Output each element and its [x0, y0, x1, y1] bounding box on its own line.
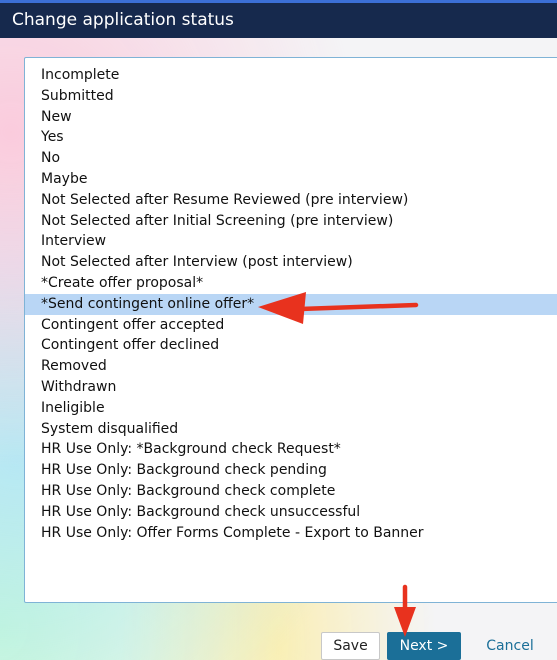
next-button[interactable]: Next > — [387, 632, 461, 660]
save-button[interactable]: Save — [321, 632, 380, 660]
status-option[interactable]: Interview — [25, 231, 557, 252]
status-option[interactable]: Not Selected after Interview (post inter… — [25, 252, 557, 273]
status-option[interactable]: Ineligible — [25, 398, 557, 419]
cancel-button[interactable]: Cancel — [470, 632, 550, 660]
status-option[interactable]: Contingent offer accepted — [25, 315, 557, 336]
status-option[interactable]: *Send contingent online offer* — [25, 293, 557, 315]
status-option[interactable]: Withdrawn — [25, 377, 557, 398]
status-list[interactable]: Incomplete Submitted New Yes No Maybe Not Sele… — [25, 58, 557, 543]
status-option[interactable]: Contingent offer declined — [25, 335, 557, 356]
status-option[interactable]: HR Use Only: *Background check Request* — [25, 439, 557, 460]
status-option[interactable]: Incomplete — [25, 65, 557, 86]
status-option[interactable]: HR Use Only: Background check complete — [25, 481, 557, 502]
status-option[interactable]: Removed — [25, 356, 557, 377]
status-option[interactable]: *Create offer proposal* — [25, 273, 557, 294]
dialog-title: Change application status — [12, 10, 234, 30]
status-option[interactable]: HR Use Only: Offer Forms Complete - Expo… — [25, 523, 557, 544]
status-option[interactable]: Yes — [25, 127, 557, 148]
status-option[interactable]: HR Use Only: Background check unsuccessf… — [25, 502, 557, 523]
status-option[interactable]: New — [25, 107, 557, 128]
status-option[interactable]: Not Selected after Initial Screening (pr… — [25, 211, 557, 232]
status-option[interactable]: Maybe — [25, 169, 557, 190]
dialog-title-bar: Change application status — [0, 0, 557, 38]
status-option[interactable]: System disqualified — [25, 419, 557, 440]
status-option[interactable]: HR Use Only: Background check pending — [25, 460, 557, 481]
status-listbox[interactable]: Incomplete Submitted New Yes No Maybe Not Sele… — [24, 57, 557, 603]
status-option[interactable]: Not Selected after Resume Reviewed (pre … — [25, 190, 557, 211]
status-option[interactable]: No — [25, 148, 557, 169]
status-option[interactable]: Submitted — [25, 86, 557, 107]
